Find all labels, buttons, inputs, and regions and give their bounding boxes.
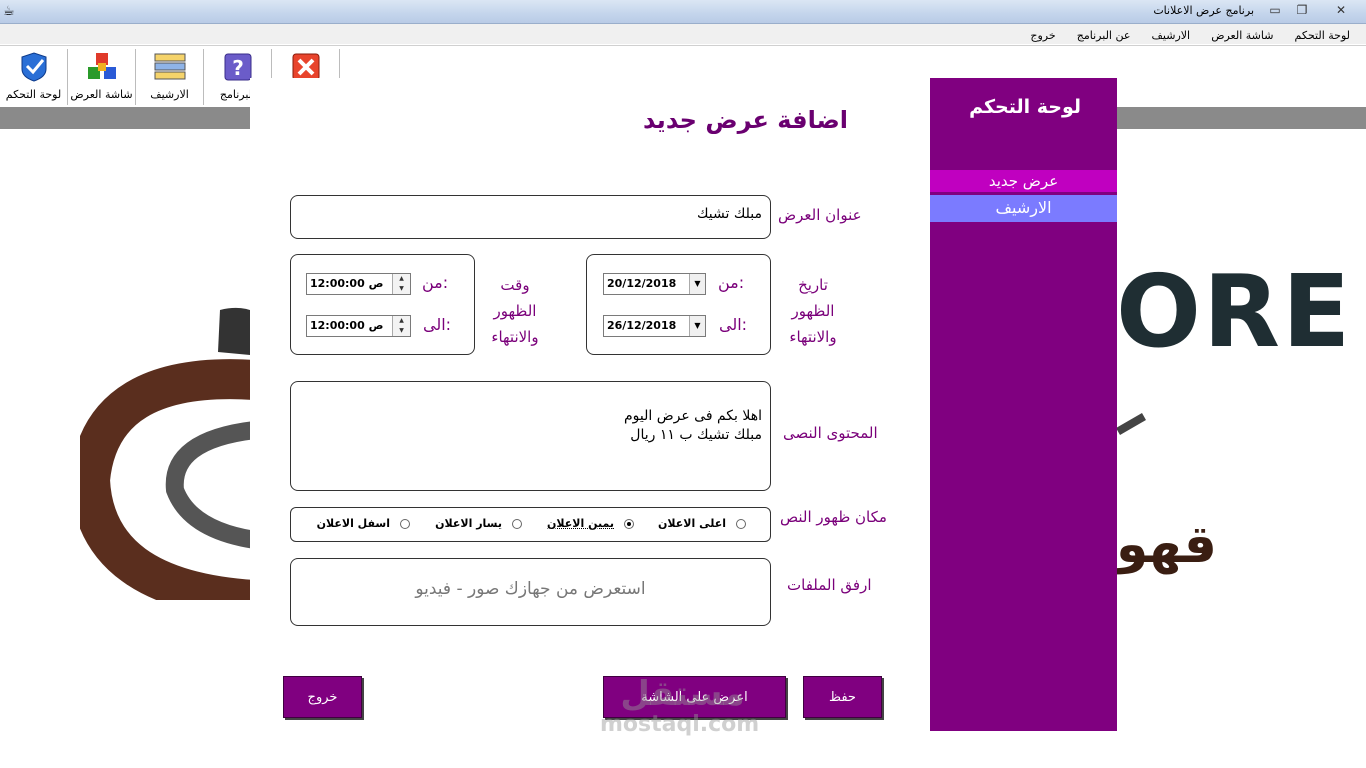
time-from-value: 12:00:00 ص (310, 277, 384, 290)
time-to-stepper[interactable]: 12:00:00 ص ▲ ▼ (306, 315, 411, 337)
background-logo-arabic: قهو (1116, 515, 1217, 575)
radio-top[interactable]: اعلى الاعلان (658, 517, 746, 530)
watermark: مستقل mostaql.com (600, 676, 765, 738)
offer-title-value: مبلك تشيك (696, 206, 762, 222)
svg-text:?: ? (232, 56, 244, 80)
date-label-line: تاريخ (798, 276, 828, 294)
attach-placeholder: استعرض من جهازك صور - فيديو (415, 579, 646, 599)
date-range-group: من: الى: 20/12/2018 ▼ 26/12/2018 ▼ (586, 254, 771, 355)
exit-button[interactable]: خروج (283, 676, 362, 718)
radio-dot[interactable] (736, 519, 746, 529)
date-to-picker[interactable]: 26/12/2018 ▼ (603, 315, 706, 337)
sidebar-item-new-offer[interactable]: عرض جديد (930, 170, 1117, 192)
watermark-brand: مستقل (620, 674, 745, 714)
radio-dot[interactable] (400, 519, 410, 529)
date-from-label: من: (718, 273, 745, 292)
time-label-line: والانتهاء (491, 328, 539, 346)
menu-item-about[interactable]: عن البرنامج (1077, 26, 1131, 46)
window-title: برنامج عرض الاعلانات (1153, 4, 1254, 17)
sidebar-item-archive[interactable]: الارشيف (930, 195, 1117, 222)
date-label-line: والانتهاء (789, 328, 837, 346)
toolbar-label: شاشة العرض (70, 88, 133, 101)
cubes-icon (87, 53, 116, 79)
restore-button[interactable]: ❐ (1289, 1, 1315, 20)
time-range-group: من: الى: 12:00:00 ص ▲ ▼ 12:00:00 ص ▲ ▼ (290, 254, 475, 355)
radio-label: يسار الاعلان (435, 517, 502, 530)
toolbar-label: الارشيف (150, 88, 189, 101)
time-label-line: وقت (500, 276, 530, 294)
position-group: اعلى الاعلان يمين الاعلان يسار الاعلان ا… (290, 507, 771, 542)
chevron-down-icon[interactable]: ▼ (689, 274, 705, 294)
date-to-label: الى: (719, 315, 748, 334)
help-icon: ? (224, 53, 251, 81)
spin-buttons[interactable]: ▲ ▼ (392, 274, 410, 294)
app-icon: ☕ (3, 4, 15, 19)
radio-label: يمين الاعلان (547, 517, 614, 530)
page-title: اضافة عرض جديد (642, 106, 848, 134)
menu-item-control-panel[interactable]: لوحة التحكم (1295, 26, 1350, 46)
radio-label: اعلى الاعلان (658, 517, 726, 530)
time-label-line: الظهور (493, 302, 537, 320)
toolbar-control-panel-button[interactable]: لوحة التحكم (0, 49, 68, 105)
chevron-down-icon[interactable]: ▼ (689, 316, 705, 336)
title-bar: ☕ برنامج عرض الاعلانات ▭ ❐ ✕ (0, 0, 1366, 24)
content-label: المحتوى النصى (783, 424, 878, 442)
background-logo-stroke (1116, 413, 1146, 435)
archive-stack-icon (154, 53, 185, 80)
toolbar-display-screen-button[interactable]: شاشة العرض (68, 49, 136, 105)
content-line-1: اهلا بكم فى عرض اليوم (623, 408, 762, 424)
toolbar-archive-button[interactable]: الارشيف (136, 49, 204, 105)
attach-files-area[interactable]: استعرض من جهازك صور - فيديو (290, 558, 771, 626)
radio-label: اسفل الاعلان (316, 517, 390, 530)
date-range-label: تاريخ الظهور والانتهاء (783, 272, 843, 350)
menu-item-exit[interactable]: خروج (1030, 26, 1055, 46)
sidebar-title: لوحة التحكم (969, 96, 1081, 118)
radio-dot[interactable] (512, 519, 522, 529)
chevron-up-icon[interactable]: ▲ (393, 274, 410, 284)
chevron-down-icon[interactable]: ▼ (393, 326, 410, 336)
toolbar-label: لوحة التحكم (5, 88, 62, 101)
offer-title-label: عنوان العرض (778, 206, 862, 224)
minimize-button[interactable]: ▭ (1262, 1, 1288, 20)
content-line-2: مبلك تشيك ب ١١ ريال (630, 427, 762, 443)
date-from-value: 20/12/2018 (607, 277, 677, 290)
menu-item-archive[interactable]: الارشيف (1152, 26, 1191, 46)
time-range-label: وقت الظهور والانتهاء (484, 272, 546, 350)
radio-dot[interactable] (624, 519, 634, 529)
time-from-label: من: (422, 273, 449, 292)
radio-bottom[interactable]: اسفل الاعلان (317, 517, 410, 530)
position-label: مكان ظهور النص (780, 508, 887, 526)
menu-bar: لوحة التحكم شاشة العرض الارشيف عن البرنا… (0, 24, 1366, 44)
date-from-picker[interactable]: 20/12/2018 ▼ (603, 273, 706, 295)
radio-left[interactable]: يسار الاعلان (435, 517, 522, 530)
date-label-line: الظهور (791, 302, 835, 320)
chevron-down-icon[interactable]: ▼ (393, 284, 410, 294)
offer-title-input[interactable]: مبلك تشيك (290, 195, 771, 239)
background-logo-cup (80, 307, 257, 600)
sidebar: لوحة التحكم عرض جديد الارشيف (930, 78, 1117, 731)
radio-right[interactable]: يمين الاعلان (547, 517, 634, 530)
time-to-value: 12:00:00 ص (310, 319, 384, 332)
time-to-label: الى: (423, 315, 452, 334)
menu-item-display-screen[interactable]: شاشة العرض (1211, 26, 1273, 46)
close-window-button[interactable]: ✕ (1326, 1, 1356, 20)
spin-buttons[interactable]: ▲ ▼ (392, 316, 410, 336)
background-logo-text: ORE (1116, 253, 1353, 370)
content-textarea[interactable]: اهلا بكم فى عرض اليوم مبلك تشيك ب ١١ ريا… (290, 381, 771, 491)
shield-check-icon (21, 52, 46, 82)
date-to-value: 26/12/2018 (607, 319, 677, 332)
chevron-up-icon[interactable]: ▲ (393, 316, 410, 326)
time-from-stepper[interactable]: 12:00:00 ص ▲ ▼ (306, 273, 411, 295)
save-button[interactable]: حفظ (803, 676, 882, 718)
watermark-site: mostaql.com (600, 712, 760, 737)
attach-label: ارفق الملفات (787, 576, 872, 594)
